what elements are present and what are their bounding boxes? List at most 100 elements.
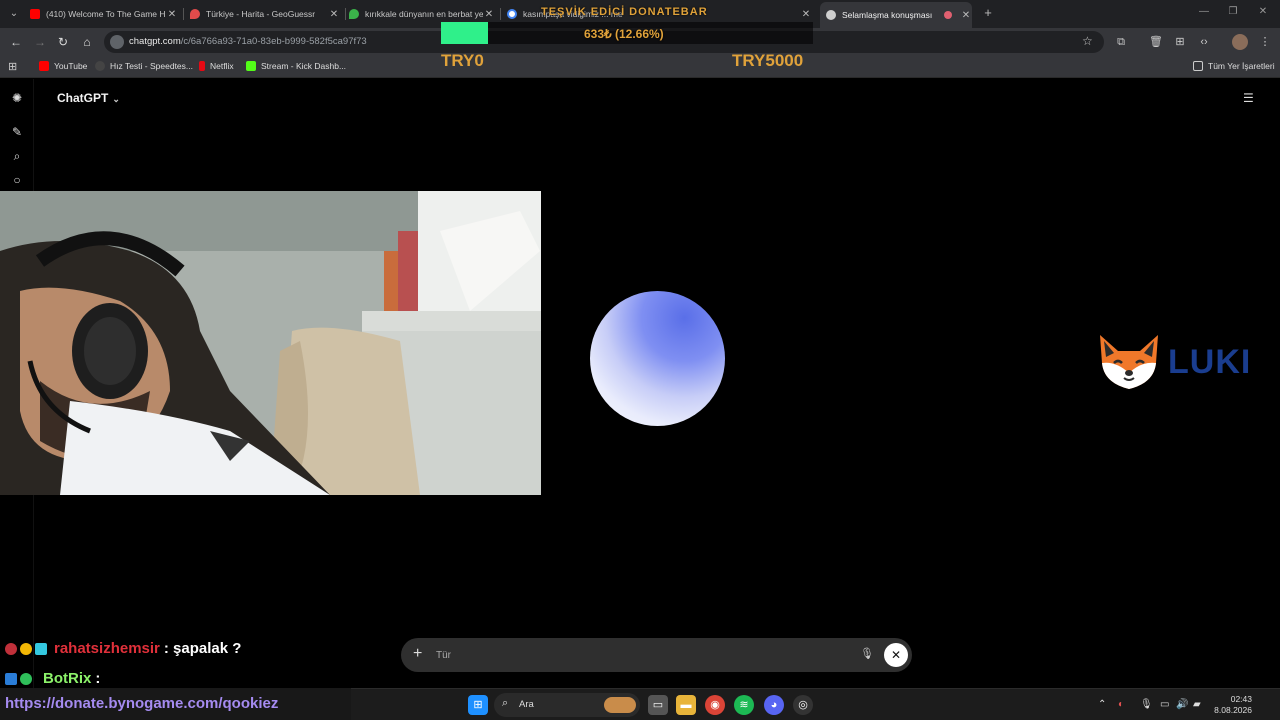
monitor-icon[interactable]: ▭ — [1160, 699, 1169, 710]
plus-icon[interactable]: + — [413, 645, 422, 663]
microphone-icon[interactable]: 🎙 — [860, 647, 874, 660]
screen: ⌄ (410) Welcome To The Game H ✕ Türkiye … — [0, 0, 1280, 720]
bookmark-kick[interactable]: Stream - Kick Dashb... — [246, 61, 346, 71]
chevron-down-icon: ⌄ — [112, 94, 120, 104]
tab-geoguessr[interactable]: Türkiye - Harita - GeoGuessr ✕ — [190, 4, 340, 24]
chat-text: : şapalak ? — [163, 640, 242, 657]
site-info-icon[interactable] — [110, 35, 124, 49]
chrome-icon[interactable]: ◉ — [705, 695, 725, 715]
subscriber-badge-icon — [20, 642, 32, 655]
back-icon[interactable]: ← — [8, 34, 24, 50]
bookmark-star-icon[interactable]: ☆ — [1082, 34, 1093, 48]
search-icon: ⌕ — [502, 697, 509, 709]
donate-link-overlay: https://donate.bynogame.com/qookiez — [0, 688, 351, 720]
chat-text: : — [95, 670, 101, 687]
chat-username: rahatsizhemsir — [54, 640, 160, 657]
end-voice-button[interactable]: ✕ — [884, 643, 908, 667]
close-icon[interactable]: ✕ — [328, 9, 340, 20]
voice-composer: + 🎙 ✕ — [401, 638, 912, 672]
new-chat-icon[interactable]: ✎ — [9, 124, 25, 140]
clock-time: 02:43 — [1230, 694, 1252, 704]
tab-label: Selamlaşma konuşması — [842, 10, 933, 20]
trash-icon[interactable]: 🗑 — [1148, 34, 1164, 50]
donation-goal-max: TRY5000 — [732, 51, 804, 70]
fox-logo-icon — [1100, 335, 1158, 389]
search-icon[interactable]: ⌕ — [9, 148, 25, 164]
bookmark-label: YouTube — [54, 61, 88, 71]
avatar[interactable] — [1232, 34, 1248, 50]
chat-message: BotRix : — [5, 670, 100, 687]
bookmark-label: Tüm Yer İşaretleri — [1208, 61, 1275, 71]
forward-icon[interactable]: → — [32, 34, 48, 50]
kick-icon — [246, 61, 256, 71]
netflix-icon — [199, 61, 205, 71]
bookmark-speedtest[interactable]: Hız Testi - Speedtes... — [95, 61, 193, 71]
reload-icon[interactable]: ↻ — [55, 34, 71, 50]
donate-link[interactable]: https://donate.bynogame.com/qookiez — [5, 695, 278, 712]
apps-icon[interactable]: ⊞ — [1172, 34, 1188, 50]
window-close-icon[interactable]: ✕ — [1256, 6, 1270, 17]
close-icon[interactable]: ✕ — [483, 9, 495, 20]
bookmark-label: Hız Testi - Speedtes... — [110, 61, 193, 71]
grid-badge-icon — [35, 642, 47, 655]
bookmark-youtube[interactable]: YouTube — [39, 61, 87, 71]
tab-label: (410) Welcome To The Game H — [46, 9, 166, 19]
tab-search-icon[interactable]: ⌄ — [6, 6, 22, 22]
tab-youtube[interactable]: (410) Welcome To The Game H ✕ — [30, 4, 178, 24]
minimize-icon[interactable]: — — [1197, 6, 1211, 17]
menu-icon[interactable]: ⋮ — [1257, 34, 1273, 50]
settings-sliders-icon[interactable]: ☰ — [1243, 91, 1254, 105]
openai-logo-icon[interactable]: ✺ — [9, 90, 25, 106]
folder-icon — [1193, 61, 1203, 71]
voice-mode-orb[interactable] — [590, 291, 725, 426]
task-view-icon[interactable]: ▭ — [648, 695, 668, 715]
extensions-icon[interactable]: ⧉ — [1113, 34, 1129, 50]
close-icon[interactable]: ✕ — [166, 9, 178, 20]
microphone-icon[interactable]: 🎙 — [1140, 699, 1153, 710]
close-icon[interactable]: ✕ — [960, 10, 972, 21]
close-icon[interactable]: ✕ — [800, 9, 812, 20]
chat-bubble-icon[interactable]: ○ — [9, 172, 25, 188]
grid-icon[interactable]: ⊞ — [8, 60, 17, 73]
new-tab-button[interactable]: + — [982, 5, 994, 20]
message-input[interactable] — [436, 645, 856, 665]
taskbar-search-label: Ara — [519, 699, 534, 710]
spotify-icon[interactable]: ≋ — [734, 695, 754, 715]
chevron-up-icon[interactable]: ⌃ — [1098, 699, 1106, 710]
tab-label: Türkiye - Harita - GeoGuessr — [206, 9, 316, 19]
file-explorer-icon[interactable]: ▬ — [676, 695, 696, 715]
chat-message: rahatsizhemsir : şapalak ? — [5, 640, 241, 657]
tab-label: kırıkkale dünyanın en berbat ye — [365, 9, 483, 19]
youtube-icon — [30, 9, 40, 19]
tab-kirikkale[interactable]: kırıkkale dünyanın en berbat ye ✕ — [349, 4, 495, 24]
brand-logo-text: LUKI — [1168, 343, 1252, 381]
maximize-icon[interactable]: ❐ — [1226, 6, 1240, 17]
tray-app-icon[interactable]: ◐ — [1118, 699, 1124, 710]
model-selector[interactable]: ChatGPT ⌄ — [57, 91, 120, 105]
webcam-feed — [0, 191, 541, 495]
leaf-icon — [349, 9, 359, 19]
bookmarks-bar: ⊞ YouTube Hız Testi - Speedtes... Netfli… — [0, 56, 1280, 78]
bookmark-label: Netflix — [210, 61, 234, 71]
all-bookmarks[interactable]: Tüm Yer İşaretleri — [1193, 61, 1275, 71]
donation-goal-amount: 633₺ (12.66%) — [584, 27, 664, 41]
devtools-icon[interactable]: ‹› — [1196, 34, 1212, 50]
clock-date: 8.08.2026 — [1214, 705, 1252, 715]
discord-icon[interactable]: ◕ — [764, 695, 784, 715]
speaker-icon[interactable]: 🔊 — [1176, 699, 1188, 710]
badge-icon — [5, 642, 17, 655]
home-icon[interactable]: ⌂ — [79, 34, 95, 50]
bookmark-netflix[interactable]: Netflix — [199, 61, 234, 71]
donation-goal-title: TEŞVİK EDİCİ DONATEBAR — [541, 6, 708, 18]
url-text: chatgpt.com/c/6a766a93-71a0-83eb-b999-58… — [129, 36, 367, 47]
battery-icon[interactable]: ▰ — [1193, 699, 1201, 710]
taskbar-search[interactable]: ⌕ Ara — [494, 693, 640, 717]
system-clock[interactable]: 02:43 8.08.2026 — [1214, 694, 1252, 716]
map-pin-icon — [190, 9, 200, 19]
tab-chatgpt[interactable]: Selamlaşma konuşması ✕ — [820, 2, 972, 28]
bot-badge-icon — [5, 672, 17, 685]
start-icon[interactable]: ⊞ — [468, 695, 488, 715]
donation-goal-min: TRY0 — [441, 51, 484, 70]
youtube-icon — [39, 61, 49, 71]
obs-icon[interactable]: ◎ — [793, 695, 813, 715]
